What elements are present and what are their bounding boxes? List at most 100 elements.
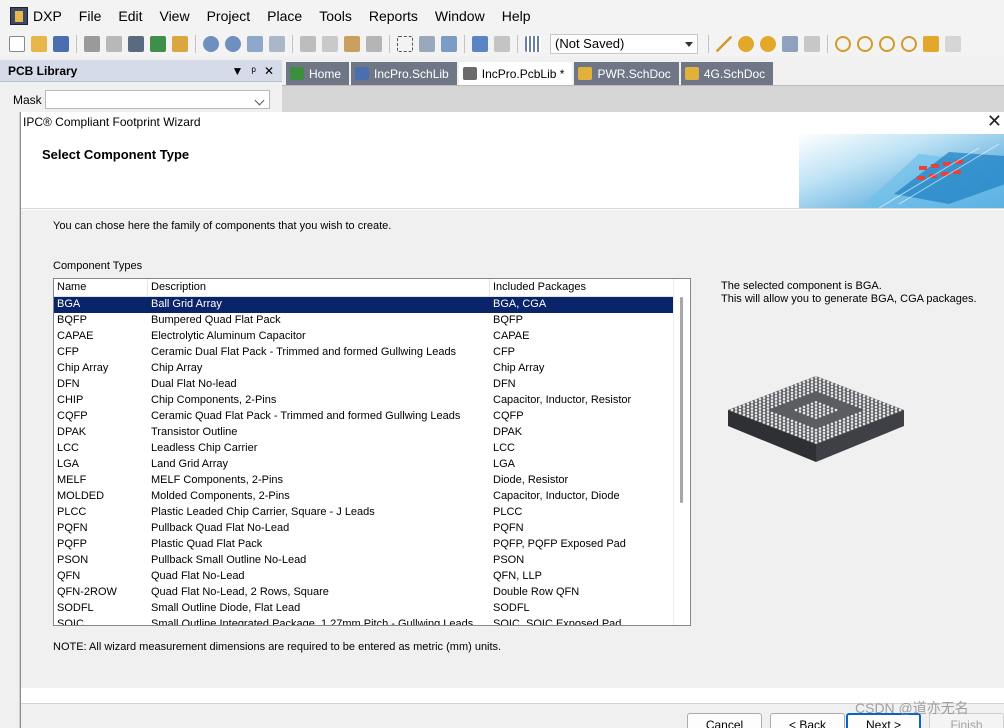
rubber-stamp-icon[interactable] bbox=[366, 36, 382, 52]
table-row[interactable]: BGA Ball Grid Array BGA, CGA bbox=[54, 297, 674, 313]
cell-name: MOLDED bbox=[57, 490, 105, 502]
line-icon[interactable] bbox=[716, 36, 732, 52]
zoom-out-icon[interactable] bbox=[225, 36, 241, 52]
dxp-logo-icon[interactable] bbox=[10, 7, 28, 25]
table-row[interactable]: BQFP Bumpered Quad Flat Pack BQFP bbox=[54, 313, 674, 329]
pin-icon[interactable]: ᵖ bbox=[251, 64, 256, 78]
table-row[interactable]: PQFP Plastic Quad Flat Pack PQFP, PQFP Exp… bbox=[54, 537, 674, 553]
cell-packages: PSON bbox=[493, 554, 525, 566]
mask-combo[interactable] bbox=[45, 90, 270, 109]
redo-icon[interactable] bbox=[494, 36, 510, 52]
component-types-label: Component Types bbox=[53, 260, 143, 272]
toolbar-separator bbox=[195, 35, 196, 53]
menu-project[interactable]: Project bbox=[207, 8, 251, 24]
menu-view[interactable]: View bbox=[159, 8, 189, 24]
menu-edit[interactable]: Edit bbox=[118, 8, 142, 24]
table-row[interactable]: SOIC Small Outline Integrated Package, 1.… bbox=[54, 617, 674, 626]
left-panel-strip bbox=[0, 112, 20, 728]
close-icon[interactable]: ✕ bbox=[987, 112, 1002, 130]
board-region-icon[interactable] bbox=[945, 36, 961, 52]
table-row[interactable]: CAPAE Electrolytic Aluminum Capacitor CAPA… bbox=[54, 329, 674, 345]
tab-home[interactable]: Home bbox=[286, 62, 350, 85]
table-row[interactable]: CHIP Chip Components, 2-Pins Capacitor, In… bbox=[54, 393, 674, 409]
menu-tools[interactable]: Tools bbox=[319, 8, 352, 24]
zoom-fit-icon[interactable] bbox=[247, 36, 263, 52]
table-row[interactable]: CFP Ceramic Dual Flat Pack - Trimmed and … bbox=[54, 345, 674, 361]
table-row[interactable]: PQFN Pullback Quad Flat No-Lead PQFN bbox=[54, 521, 674, 537]
chevron-down-icon bbox=[685, 42, 693, 47]
table-row[interactable]: MELF MELF Components, 2-Pins Diode, Resist… bbox=[54, 473, 674, 489]
table-row[interactable]: QFN Quad Flat No-Lead QFN, LLP bbox=[54, 569, 674, 585]
table-row[interactable]: LGA Land Grid Array LGA bbox=[54, 457, 674, 473]
table-row[interactable]: DPAK Transistor Outline DPAK bbox=[54, 425, 674, 441]
variant-combo[interactable]: (Not Saved) bbox=[550, 34, 698, 54]
move-icon[interactable] bbox=[419, 36, 435, 52]
component-types-list[interactable]: Name Description Included Packages BGA Ba… bbox=[53, 278, 691, 626]
panel-close-icon[interactable]: ✕ bbox=[264, 64, 274, 78]
grid-icon[interactable] bbox=[525, 36, 541, 52]
cell-name: QFN-2ROW bbox=[57, 586, 117, 598]
cancel-button[interactable]: Cancel bbox=[687, 713, 762, 728]
new-file-icon[interactable] bbox=[9, 36, 25, 52]
sheet-icon[interactable] bbox=[172, 36, 188, 52]
back-button[interactable]: < Back bbox=[770, 713, 845, 728]
cell-name: PQFN bbox=[57, 522, 88, 534]
table-row[interactable]: PLCC Plastic Leaded Chip Carrier, Square … bbox=[54, 505, 674, 521]
coordinate-icon[interactable] bbox=[804, 36, 820, 52]
table-row[interactable]: QFN-2ROW Quad Flat No-Lead, 2 Rows, Squar… bbox=[54, 585, 674, 601]
tab-pwr-schdoc[interactable]: PWR.SchDoc bbox=[574, 62, 679, 85]
via-icon[interactable] bbox=[760, 36, 776, 52]
open-folder-icon[interactable] bbox=[31, 36, 47, 52]
table-row[interactable]: Chip Array Chip Array Chip Array bbox=[54, 361, 674, 377]
column-header-description[interactable]: Description bbox=[148, 279, 490, 296]
menu-reports[interactable]: Reports bbox=[369, 8, 418, 24]
cell-description: Leadless Chip Carrier bbox=[151, 442, 258, 454]
deselect-icon[interactable] bbox=[441, 36, 457, 52]
menu-place[interactable]: Place bbox=[267, 8, 302, 24]
tab-4g-schdoc[interactable]: 4G.SchDoc bbox=[680, 62, 774, 85]
arc-any-icon[interactable] bbox=[879, 36, 895, 52]
zoom-in-icon[interactable] bbox=[203, 36, 219, 52]
menu-window[interactable]: Window bbox=[435, 8, 485, 24]
list-scrollbar[interactable] bbox=[673, 279, 690, 625]
copy-icon[interactable] bbox=[322, 36, 338, 52]
table-row[interactable]: LCC Leadless Chip Carrier LCC bbox=[54, 441, 674, 457]
arc-edge-icon[interactable] bbox=[857, 36, 873, 52]
select-area-icon[interactable] bbox=[397, 36, 413, 52]
menu-file[interactable]: File bbox=[79, 8, 102, 24]
paste-icon[interactable] bbox=[344, 36, 360, 52]
save-icon[interactable] bbox=[53, 36, 69, 52]
cell-name: SOIC bbox=[57, 618, 84, 626]
pad-icon[interactable] bbox=[738, 36, 754, 52]
tab-label: IncPro.PcbLib * bbox=[481, 66, 565, 81]
scrollbar-thumb[interactable] bbox=[680, 297, 683, 503]
tab-pcblib[interactable]: IncPro.PcbLib * bbox=[458, 62, 573, 85]
table-row[interactable]: CQFP Ceramic Quad Flat Pack - Trimmed and… bbox=[54, 409, 674, 425]
variant-combo-value: (Not Saved) bbox=[555, 36, 625, 51]
cell-name: Chip Array bbox=[57, 362, 109, 374]
circle-icon[interactable] bbox=[901, 36, 917, 52]
menu-dxp[interactable]: DXP bbox=[33, 8, 62, 24]
column-header-name[interactable]: Name bbox=[54, 279, 148, 296]
fill-icon[interactable] bbox=[923, 36, 939, 52]
board-icon[interactable] bbox=[150, 36, 166, 52]
panel-menu-icon[interactable]: ▼ bbox=[232, 64, 244, 78]
cell-name: SODFL bbox=[57, 602, 94, 614]
table-row[interactable]: SODFL Small Outline Diode, Flat Lead SODFL bbox=[54, 601, 674, 617]
column-header-packages[interactable]: Included Packages bbox=[490, 279, 674, 296]
cell-description: Quad Flat No-Lead, 2 Rows, Square bbox=[151, 586, 329, 598]
tab-schlib[interactable]: IncPro.SchLib bbox=[351, 62, 457, 85]
table-row[interactable]: PSON Pullback Small Outline No-Lead PSON bbox=[54, 553, 674, 569]
menu-help[interactable]: Help bbox=[502, 8, 531, 24]
cut-icon[interactable] bbox=[300, 36, 316, 52]
table-row[interactable]: DFN Dual Flat No-lead DFN bbox=[54, 377, 674, 393]
table-row[interactable]: MOLDED Molded Components, 2-Pins Capacitor… bbox=[54, 489, 674, 505]
undo-icon[interactable] bbox=[472, 36, 488, 52]
text-icon[interactable] bbox=[782, 36, 798, 52]
cell-packages: CQFP bbox=[493, 410, 524, 422]
zoom-area-icon[interactable] bbox=[269, 36, 285, 52]
print-icon[interactable] bbox=[84, 36, 100, 52]
layers-icon[interactable] bbox=[128, 36, 144, 52]
print-preview-icon[interactable] bbox=[106, 36, 122, 52]
arc-center-icon[interactable] bbox=[835, 36, 851, 52]
